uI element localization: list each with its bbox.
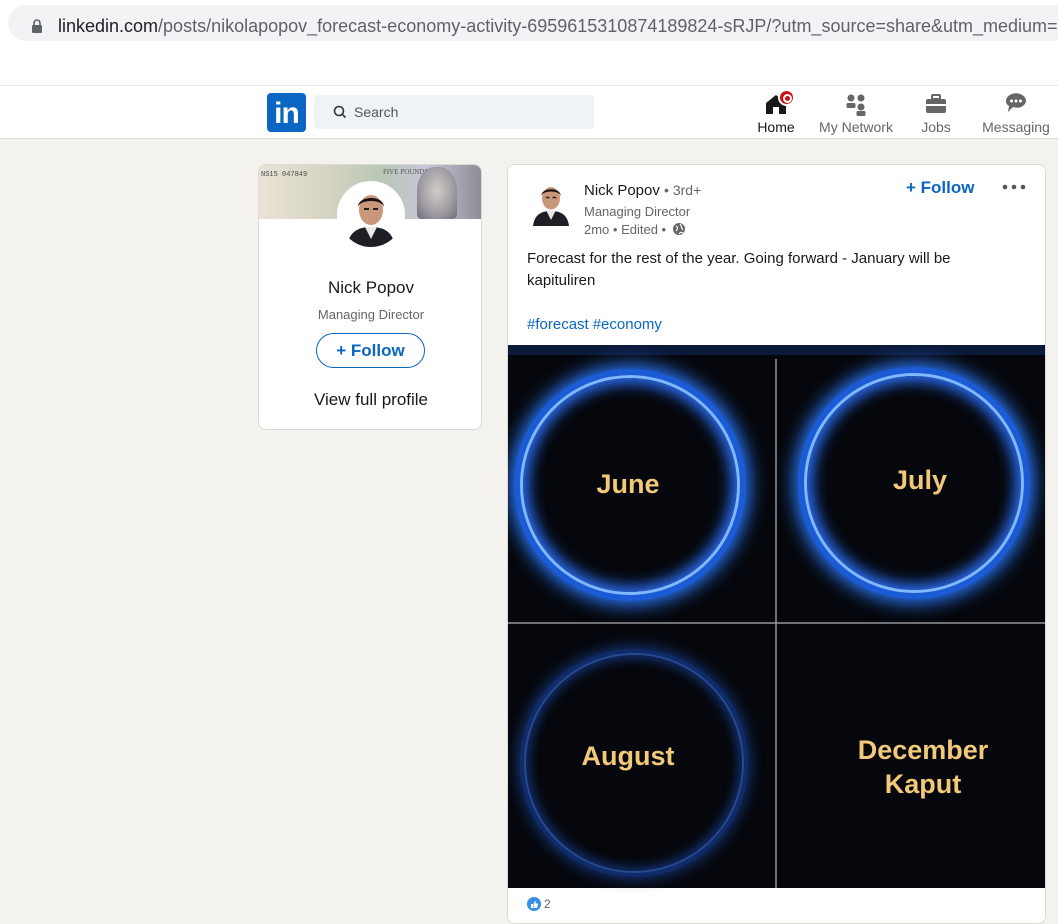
url-field[interactable]: linkedin.com/posts/nikolapopov_forecast-… — [8, 5, 1058, 41]
globe-icon — [672, 223, 685, 235]
linkedin-logo[interactable]: in — [267, 93, 306, 132]
label-kaput: Kaput — [884, 769, 962, 799]
post-author-name[interactable]: Nick Popov — [584, 182, 660, 199]
post-hashtags: #forecast #economy — [527, 316, 666, 333]
nav-jobs-label: Jobs — [921, 119, 951, 135]
url-domain: linkedin.com — [58, 16, 159, 36]
reactions-summary[interactable]: 2 — [527, 897, 551, 911]
image-divider-horizontal — [508, 622, 1045, 624]
profile-follow-button[interactable]: + Follow — [316, 333, 425, 368]
url-path: /posts/nikolapopov_forecast-economy-acti… — [158, 16, 1058, 36]
author-photo — [527, 178, 575, 226]
network-icon — [846, 94, 866, 116]
post-card: Nick Popov • 3rd+ Managing Director 2mo … — [507, 164, 1046, 924]
messaging-icon — [1005, 93, 1026, 112]
connection-degree: • 3rd+ — [664, 182, 702, 198]
label-august: August — [581, 741, 675, 771]
label-december: December — [857, 735, 989, 765]
image-top-band — [508, 345, 1045, 355]
nav-messaging[interactable]: Messaging — [979, 91, 1053, 137]
reaction-count: 2 — [544, 897, 551, 911]
post-follow-button[interactable]: + Follow — [906, 178, 974, 198]
view-full-profile-link[interactable]: View full profile — [259, 390, 481, 410]
banknote-portrait — [417, 167, 457, 219]
post-timestamp: 2mo • Edited • — [584, 222, 667, 237]
more-options-icon[interactable] — [1001, 182, 1027, 192]
profile-name[interactable]: Nick Popov — [259, 278, 481, 298]
post-author-title: Managing Director — [584, 204, 691, 219]
hashtag-forecast[interactable]: #forecast — [527, 316, 589, 333]
nav-my-network[interactable]: My Network — [815, 91, 897, 137]
bookmarks-bar — [0, 46, 1058, 86]
briefcase-icon — [926, 94, 946, 113]
nav-jobs[interactable]: Jobs — [912, 91, 960, 137]
banner-serial: NS15 047849 — [261, 171, 308, 179]
search-input[interactable] — [354, 95, 584, 129]
post-author-avatar[interactable] — [527, 178, 575, 226]
search-icon — [333, 105, 347, 119]
post-author-line: Nick Popov • 3rd+ — [584, 182, 701, 199]
search-box[interactable] — [314, 95, 594, 129]
notification-badge — [778, 89, 795, 106]
nav-messaging-label: Messaging — [982, 119, 1050, 135]
label-july: July — [892, 465, 948, 495]
browser-address-bar: linkedin.com/posts/nikolapopov_forecast-… — [0, 0, 1058, 46]
nav-my-network-label: My Network — [819, 119, 893, 135]
post-image[interactable]: June July August December Kaput — [508, 345, 1045, 888]
nav-home-label: Home — [757, 119, 795, 135]
profile-title: Managing Director — [317, 307, 425, 322]
nav-home[interactable]: Home — [751, 89, 801, 137]
lock-icon — [32, 19, 42, 33]
linkedin-navbar: in Home My Network Jobs — [0, 86, 1058, 139]
hashtag-economy[interactable]: #economy — [593, 316, 662, 333]
post-body-text: Forecast for the rest of the year. Going… — [527, 250, 951, 289]
label-june: June — [596, 469, 660, 499]
profile-photo — [339, 183, 403, 247]
post-meta: 2mo • Edited • — [584, 222, 686, 237]
label-december-kaput: December Kaput — [838, 733, 1008, 801]
avatar[interactable] — [337, 181, 405, 249]
profile-card: NS15 047849 FIVE POUNDS Nick Popov Manag… — [258, 164, 482, 430]
like-icon — [527, 897, 541, 911]
url-text: linkedin.com/posts/nikolapopov_forecast-… — [58, 16, 1058, 37]
